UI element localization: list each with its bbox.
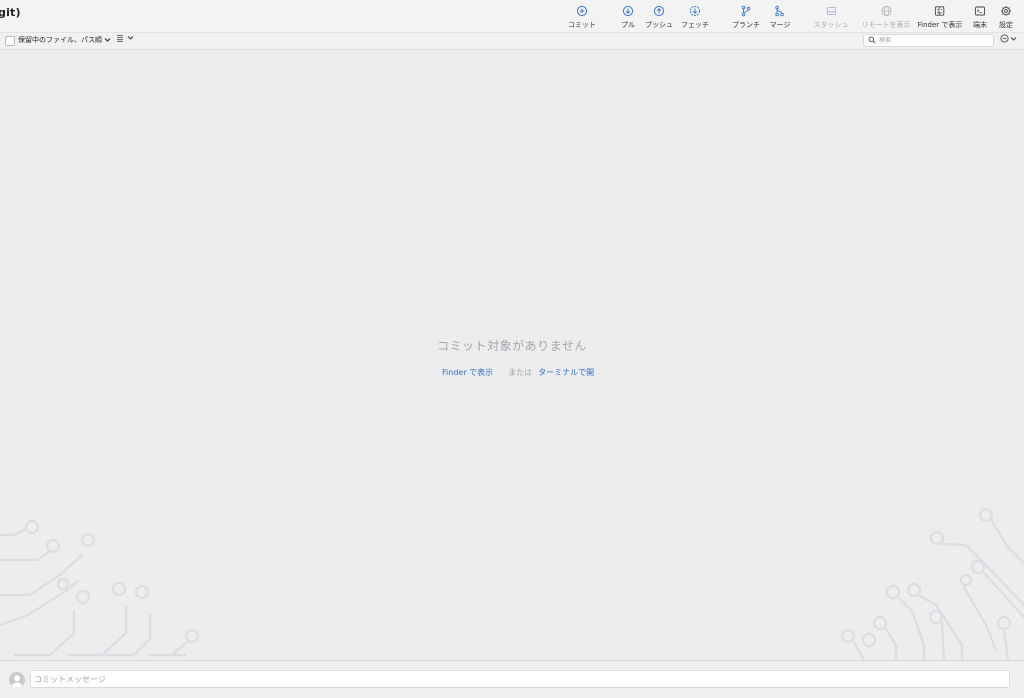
- user-avatar-icon: [11, 675, 23, 688]
- terminal-label: 端末: [973, 21, 987, 29]
- pull-button[interactable]: プル: [621, 5, 635, 30]
- settings-button[interactable]: 設定: [999, 5, 1013, 30]
- merge-button[interactable]: マージ: [769, 5, 791, 30]
- branch-button[interactable]: ブランチ: [732, 5, 760, 30]
- gear-icon: [1001, 6, 1011, 16]
- stash-label: スタッシュ: [813, 21, 849, 29]
- circuit-decoration-left: [0, 519, 200, 657]
- empty-state-actions: Finder で表示 または ターミナルで開: [442, 367, 594, 378]
- plus-circle-icon: [576, 5, 588, 17]
- select-all-checkbox[interactable]: [5, 36, 15, 46]
- terminal-button[interactable]: 端末: [973, 5, 987, 30]
- pull-label: プル: [621, 21, 635, 29]
- chevron-down-icon: [104, 38, 111, 42]
- commit-message-input[interactable]: [30, 670, 1010, 688]
- merge-icon: [775, 5, 785, 17]
- view-options-menu[interactable]: [116, 34, 134, 42]
- chevron-down-icon: [1010, 36, 1017, 41]
- show-remote-button[interactable]: リモートを表示: [862, 5, 911, 30]
- commit-button[interactable]: コミット: [568, 5, 596, 30]
- branch-label: ブランチ: [732, 21, 760, 29]
- push-label: プッシュ: [645, 21, 673, 29]
- show-in-finder-label: Finder で表示: [917, 21, 963, 29]
- filter-circle-icon: [1000, 34, 1009, 43]
- toolbar: git) コミット プル プッシュ フェッチ ブランチ マージ スタッシュ リモ…: [0, 0, 1024, 32]
- settings-label: 設定: [999, 21, 1013, 29]
- pending-files-sort-label: 保留中のファイル、パス順: [18, 36, 102, 44]
- arrow-up-circle-icon: [653, 5, 665, 17]
- show-in-finder-link[interactable]: Finder で表示: [442, 367, 493, 378]
- stash-icon: [826, 7, 836, 15]
- fetch-label: フェッチ: [681, 21, 709, 29]
- terminal-icon: [975, 6, 985, 16]
- avatar: [9, 672, 25, 688]
- open-in-terminal-link[interactable]: ターミナルで開: [538, 367, 594, 378]
- show-remote-label: リモートを表示: [861, 21, 911, 29]
- commit-label: コミット: [568, 21, 596, 29]
- show-in-finder-button[interactable]: Finder で表示: [917, 5, 963, 30]
- filter-options-menu[interactable]: [1000, 34, 1017, 43]
- push-button[interactable]: プッシュ: [645, 5, 673, 30]
- search-input[interactable]: [879, 35, 989, 46]
- merge-label: マージ: [769, 21, 791, 29]
- finder-icon: [935, 6, 945, 16]
- search-field[interactable]: [863, 34, 994, 47]
- chevron-down-icon: [127, 36, 134, 40]
- commit-message-bar: [0, 660, 1024, 698]
- fetch-arrow-down-circle-icon: [689, 5, 701, 17]
- circuit-decoration-right: [840, 507, 1024, 660]
- window-title: git): [0, 6, 21, 19]
- arrow-down-circle-icon: [622, 5, 634, 17]
- stash-button[interactable]: スタッシュ: [814, 5, 849, 30]
- list-icon: [117, 35, 123, 42]
- empty-state-title: コミット対象がありません: [437, 339, 587, 353]
- search-icon: [868, 36, 876, 44]
- or-text: または: [508, 368, 533, 377]
- filter-bar: 保留中のファイル、パス順: [0, 32, 1024, 50]
- fetch-button[interactable]: フェッチ: [681, 5, 709, 30]
- app-window: git) コミット プル プッシュ フェッチ ブランチ マージ スタッシュ リモ…: [0, 0, 1024, 698]
- branch-icon: [741, 5, 751, 17]
- globe-icon: [880, 5, 892, 17]
- pending-files-sort-menu[interactable]: 保留中のファイル、パス順: [18, 35, 111, 45]
